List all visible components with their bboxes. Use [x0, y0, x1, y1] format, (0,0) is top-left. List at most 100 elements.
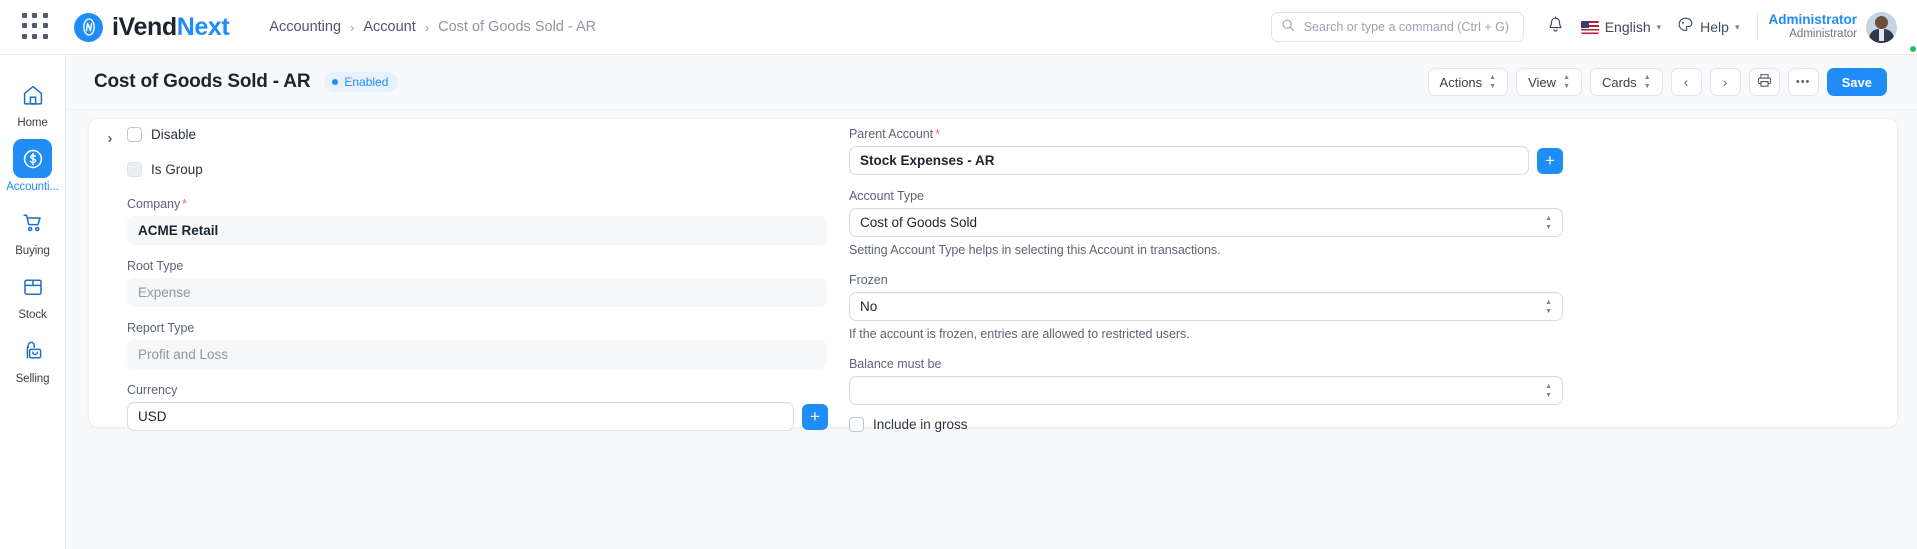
view-button-label: View: [1528, 74, 1557, 90]
brand-logo-link[interactable]: iVendNext: [74, 12, 230, 42]
currency-label: Currency: [127, 383, 178, 397]
actions-button[interactable]: Actions ▲ ▼: [1427, 68, 1509, 96]
dollar-circle-icon: [13, 139, 52, 178]
bell-icon: [1547, 15, 1564, 39]
chevron-updown-icon: ▲ ▼: [1643, 74, 1651, 90]
help-label: Help: [1700, 19, 1729, 35]
navbar-divider: [1757, 13, 1759, 41]
shopping-cart-icon: [13, 203, 52, 242]
view-button[interactable]: View ▲ ▼: [1516, 68, 1582, 96]
next-record-button[interactable]: ›: [1709, 68, 1741, 96]
section-collapse-toggle[interactable]: ›: [100, 127, 120, 149]
status-dot-icon: [332, 79, 339, 85]
frozen-label: Frozen: [849, 273, 888, 287]
report-type-label: Report Type: [127, 321, 195, 335]
selling-bag-icon: [13, 331, 52, 370]
user-menu[interactable]: Administrator Administrator: [1768, 11, 1917, 53]
root-type-label: Root Type: [127, 259, 184, 273]
account-form-card: › Disable Is Group Company* ACME Retail: [88, 118, 1898, 432]
chevron-updown-icon: ▲ ▼: [1489, 74, 1497, 90]
parent-account-input[interactable]: Stock Expenses - AR: [849, 146, 1529, 175]
sidebar-item-label: Buying: [15, 245, 50, 257]
chevron-down-icon: ▾: [1734, 21, 1740, 32]
currency-field: Currency USD +: [127, 383, 867, 431]
navbar-right-group: English ▾ Help ▾ Administrator Administr…: [1270, 10, 1917, 53]
frozen-field: Frozen No ▲ ▼ If the account is frozen, e…: [849, 273, 1569, 341]
frozen-select[interactable]: No ▲ ▼: [849, 292, 1563, 321]
root-type-field: Root Type Expense: [127, 259, 867, 307]
printer-icon: [1757, 73, 1772, 91]
breadcrumb-separator-icon: ›: [424, 19, 430, 35]
ivendnext-logo-icon: [74, 12, 103, 42]
account-type-value: Cost of Goods Sold: [860, 215, 978, 230]
sidebar-item-accounting[interactable]: Accounti...: [2, 135, 64, 195]
search-box[interactable]: [1270, 12, 1524, 42]
language-selector[interactable]: English ▾: [1573, 10, 1669, 44]
breadcrumb-item-accounting[interactable]: Accounting: [269, 19, 341, 35]
sidebar-item-label: Selling: [15, 373, 50, 385]
chevron-updown-icon: ▲ ▼: [1545, 298, 1552, 315]
notifications-button[interactable]: [1538, 10, 1573, 44]
save-button[interactable]: Save: [1826, 68, 1887, 96]
home-icon: [13, 75, 52, 114]
box-icon: [13, 267, 52, 306]
brand-text-secondary: Next: [176, 12, 230, 41]
disable-checkbox-row[interactable]: Disable: [127, 127, 867, 142]
company-field: Company * ACME Retail: [127, 197, 867, 245]
company-label-text: Company: [127, 197, 181, 211]
form-column-left: Disable Is Group Company * ACME Retail Ro…: [127, 127, 867, 445]
currency-add-button[interactable]: +: [802, 403, 828, 430]
sidebar-item-buying[interactable]: Buying: [2, 199, 64, 259]
more-options-button[interactable]: •••: [1787, 68, 1819, 96]
help-palette-icon: [1677, 16, 1694, 38]
sidebar-item-selling[interactable]: Selling: [2, 327, 64, 387]
sidebar-item-stock[interactable]: Stock: [2, 263, 64, 323]
previous-record-button[interactable]: ‹: [1670, 68, 1702, 96]
parent-account-label-text: Parent Account: [849, 127, 934, 141]
currency-input[interactable]: USD: [127, 402, 794, 431]
breadcrumb: Accounting › Account › Cost of Goods Sol…: [269, 19, 596, 35]
include-in-gross-label: Include in gross: [873, 417, 968, 432]
page-title: Cost of Goods Sold - AR: [94, 71, 311, 92]
form-content-area: › Disable Is Group Company* ACME Retail: [66, 110, 1917, 549]
chevron-right-icon: ›: [1722, 74, 1728, 90]
company-label: Company *: [127, 197, 867, 211]
is-group-checkbox[interactable]: [127, 162, 142, 177]
cards-button[interactable]: Cards ▲ ▼: [1590, 68, 1663, 96]
parent-account-field: Parent Account * Stock Expenses - AR +: [849, 127, 1569, 175]
user-name: Administrator: [1768, 12, 1857, 27]
parent-account-label: Parent Account *: [849, 127, 1569, 141]
parent-account-add-button[interactable]: +: [1537, 147, 1563, 174]
status-badge-label: Enabled: [344, 75, 389, 89]
top-navbar: iVendNext Accounting › Account › Cost of…: [0, 0, 1917, 55]
chevron-updown-icon: ▲ ▼: [1545, 382, 1552, 399]
cards-button-label: Cards: [1602, 74, 1637, 90]
include-in-gross-checkbox[interactable]: [849, 417, 864, 432]
user-role: Administrator: [1789, 28, 1857, 41]
app-root: iVendNext Accounting › Account › Cost of…: [0, 0, 1917, 549]
sidebar-item-label: Accounti...: [6, 181, 59, 193]
left-sidebar: Home Accounti... Buying Stock Selling: [0, 55, 66, 549]
form-column-right: Parent Account * Stock Expenses - AR + Ac…: [849, 127, 1569, 452]
balance-must-be-select[interactable]: ▲ ▼: [849, 376, 1563, 405]
breadcrumb-item-account[interactable]: Account: [363, 19, 415, 35]
avatar[interactable]: [1866, 11, 1897, 43]
frozen-value: No: [860, 299, 878, 314]
is-group-checkbox-row[interactable]: Is Group: [127, 162, 867, 177]
balance-must-be-label: Balance must be: [849, 357, 942, 371]
breadcrumb-item-current: Cost of Goods Sold - AR: [438, 19, 597, 35]
balance-must-be-field: Balance must be ▲ ▼: [849, 357, 1569, 405]
account-type-select[interactable]: Cost of Goods Sold ▲ ▼: [849, 208, 1563, 237]
is-group-checkbox-label: Is Group: [151, 162, 203, 177]
help-menu[interactable]: Help ▾: [1669, 10, 1747, 44]
include-in-gross-checkbox-row[interactable]: Include in gross: [849, 417, 1569, 432]
grid-apps-icon[interactable]: [22, 13, 50, 41]
sidebar-item-home[interactable]: Home: [2, 71, 64, 131]
print-button[interactable]: [1748, 68, 1780, 96]
search-input[interactable]: [1301, 19, 1514, 35]
chevron-updown-icon: ▲ ▼: [1545, 214, 1552, 231]
company-value: ACME Retail: [127, 216, 827, 245]
disable-checkbox[interactable]: [127, 127, 142, 142]
page-header: Cost of Goods Sold - AR Enabled Actions …: [66, 55, 1917, 110]
ellipsis-icon: •••: [1795, 76, 1811, 88]
